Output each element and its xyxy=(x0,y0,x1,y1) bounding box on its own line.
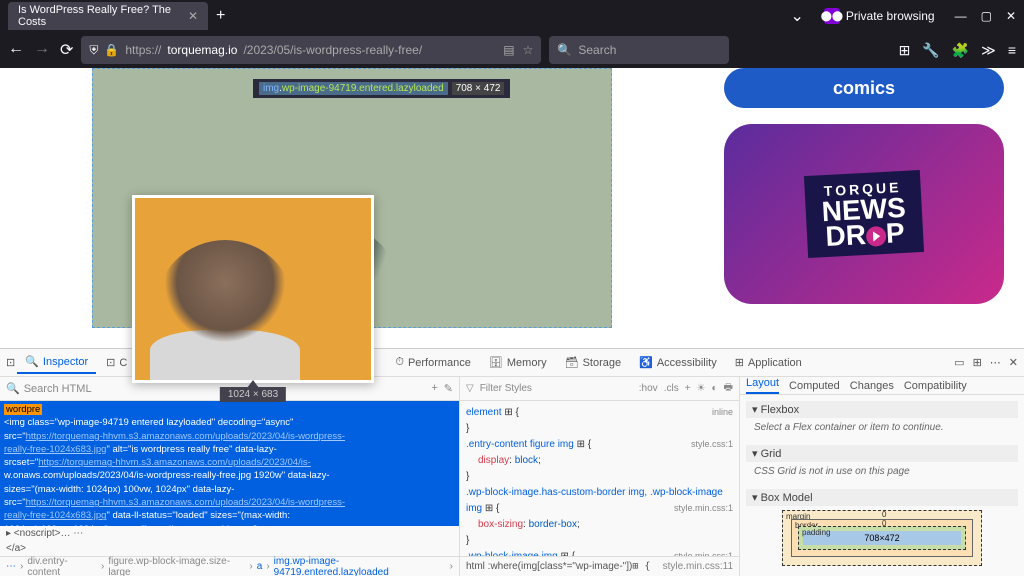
mask-icon: ⬤⬤ xyxy=(824,8,840,24)
tab-layout[interactable]: Layout xyxy=(746,377,779,394)
reload-icon[interactable]: ⟳ xyxy=(60,40,73,60)
close-a-node[interactable]: </a> xyxy=(0,541,459,556)
search-icon: 🔍 xyxy=(6,382,20,395)
box-model-diagram: margin 0 border 0 padding 708×472 xyxy=(782,510,982,570)
html-source[interactable]: wordpre <img class="wp-image-94719 enter… xyxy=(0,401,459,526)
eyedropper-icon[interactable]: ✎ xyxy=(444,382,453,395)
print-icon[interactable]: 🖶 xyxy=(724,380,733,397)
browser-toolbar: ← → ⟳ ⛨ 🔒 https://torquemag.io/2023/05/i… xyxy=(0,32,1024,68)
contrast-icon[interactable]: ◐ xyxy=(712,383,718,394)
tab-inspector[interactable]: 🔍 Inspector xyxy=(17,351,96,374)
maximize-icon[interactable]: ▢ xyxy=(981,9,992,23)
dock-icon[interactable]: ⊞ xyxy=(973,356,982,369)
layout-tabs: Layout Computed Changes Compatibility xyxy=(740,377,1024,395)
tab-accessibility[interactable]: ♿ Accessibility xyxy=(631,352,725,373)
tab-changes[interactable]: Changes xyxy=(850,380,894,392)
thumb-dimensions: 1024 × 683 xyxy=(220,387,286,402)
tab-close-icon[interactable]: ✕ xyxy=(188,9,198,23)
tab-title: Is WordPress Really Free? The Costs xyxy=(18,4,182,28)
menu-icon[interactable]: ≡ xyxy=(1008,42,1016,59)
shield-icon[interactable]: ⛨ xyxy=(89,43,98,58)
page-sidebar: comics TORQUE NEWS DRP xyxy=(704,68,1024,348)
filter-icon: ▽ xyxy=(466,383,474,394)
styles-bottom: html :where(img[class*="wp-image-"]) ⊞ {… xyxy=(460,556,739,576)
widget-comics[interactable]: comics xyxy=(724,68,1004,108)
search-icon: 🔍 xyxy=(557,43,572,57)
wrench-icon[interactable]: 🔧 xyxy=(922,42,939,59)
forward-icon[interactable]: → xyxy=(34,40,50,60)
light-icon[interactable]: ☀ xyxy=(697,383,706,394)
url-bar[interactable]: ⛨ 🔒 https://torquemag.io/2023/05/is-word… xyxy=(81,36,541,64)
private-browsing-indicator: ⬤⬤ Private browsing xyxy=(824,8,935,24)
tab-computed[interactable]: Computed xyxy=(789,380,840,392)
dom-breadcrumb[interactable]: ⋯› div.entry-content› figure.wp-block-im… xyxy=(0,556,459,576)
reader-icon[interactable]: ▤ xyxy=(503,43,514,57)
tab-storage[interactable]: 🗃 Storage xyxy=(557,352,630,373)
grid-section[interactable]: ▾ Grid xyxy=(746,445,1018,462)
layout-panel: Layout Computed Changes Compatibility ▾ … xyxy=(740,377,1024,576)
search-bar[interactable]: 🔍 Search xyxy=(549,36,729,64)
tab-application[interactable]: ⊞ Application xyxy=(727,352,810,373)
widget-newsdrops[interactable]: TORQUE NEWS DRP xyxy=(724,124,1004,304)
boxmodel-section[interactable]: ▾ Box Model xyxy=(746,489,1018,506)
puzzle-icon[interactable]: 🧩 xyxy=(952,42,969,59)
back-icon[interactable]: ← xyxy=(8,40,24,60)
add-icon[interactable]: + xyxy=(431,382,437,395)
bookmark-icon[interactable]: ☆ xyxy=(523,43,534,57)
chevron-down-icon[interactable]: ⌄ xyxy=(790,6,803,26)
css-rules[interactable]: element ⊞ {inline}.entry-content figure … xyxy=(460,401,739,556)
tab-performance[interactable]: ⏱ Performance xyxy=(387,352,479,373)
minimize-icon[interactable]: — xyxy=(955,9,967,23)
browser-tab[interactable]: Is WordPress Really Free? The Costs ✕ xyxy=(8,2,208,30)
tab-memory[interactable]: 🗄 Memory xyxy=(481,352,555,373)
lock-icon[interactable]: 🔒 xyxy=(104,43,119,57)
titlebar: Is WordPress Really Free? The Costs ✕ + … xyxy=(0,0,1024,32)
extension-icon[interactable]: ⊞ xyxy=(899,42,911,59)
styles-panel: ▽ Filter Styles :hov .cls + ☀ ◐ 🖶 elemen… xyxy=(460,377,740,576)
tab-console[interactable]: ⊡ C xyxy=(98,352,135,373)
devtools-close-icon[interactable]: ✕ xyxy=(1009,356,1018,369)
image-preview-tooltip: 1024 × 683 xyxy=(132,195,374,383)
pick-element-icon[interactable]: ⊡ xyxy=(6,356,15,369)
responsive-icon[interactable]: ▭ xyxy=(954,356,964,369)
styles-filter[interactable]: ▽ Filter Styles :hov .cls + ☀ ◐ 🖶 xyxy=(460,377,739,401)
play-icon xyxy=(866,225,887,246)
tab-compat[interactable]: Compatibility xyxy=(904,380,967,392)
more-icon[interactable]: ⋯ xyxy=(990,356,1001,369)
new-tab-icon[interactable]: + xyxy=(216,7,225,25)
flexbox-section[interactable]: ▾ Flexbox xyxy=(746,401,1018,418)
inspect-tooltip: img.wp-image-94719.entered.lazyloaded 70… xyxy=(253,79,510,98)
noscript-node[interactable]: ▸ <noscript>… ⋯ xyxy=(0,526,459,541)
html-panel: 🔍 Search HTML + ✎ wordpre <img class="wp… xyxy=(0,377,460,576)
close-icon[interactable]: ✕ xyxy=(1006,9,1016,23)
overflow-icon[interactable]: ≫ xyxy=(981,42,996,59)
